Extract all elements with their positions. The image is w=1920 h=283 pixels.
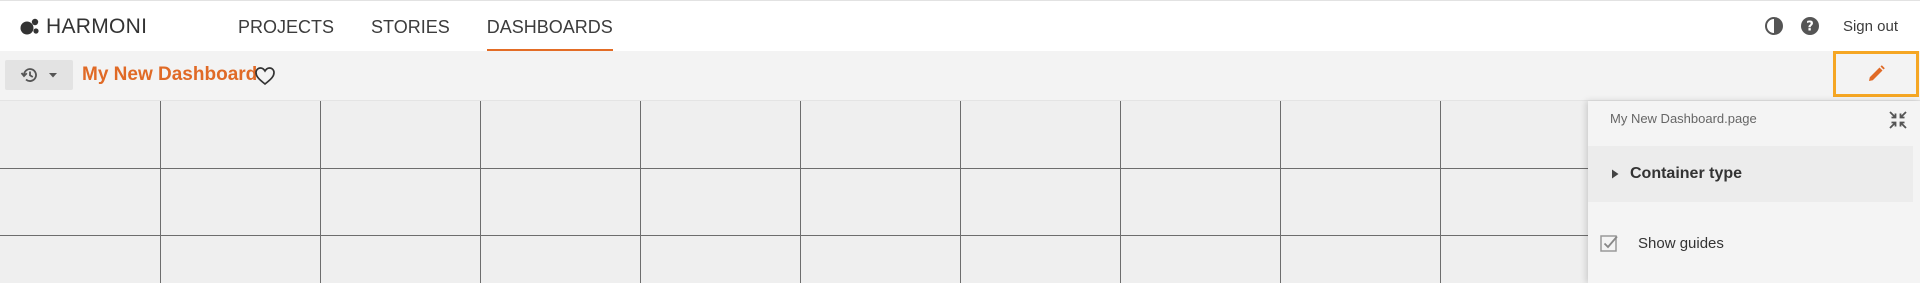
dashboard-canvas[interactable] [0, 101, 1600, 283]
help-button[interactable]: ? [1799, 15, 1821, 37]
grid-line [640, 101, 641, 283]
container-type-label: Container type [1630, 165, 1743, 182]
nav-stories[interactable]: STORIES [371, 1, 450, 51]
theme-toggle-button[interactable] [1763, 15, 1785, 37]
svg-text:?: ? [1806, 20, 1814, 35]
grid-line [480, 101, 481, 283]
grid-line [960, 101, 961, 283]
heart-outline-icon[interactable] [254, 65, 276, 87]
sign-out-link[interactable]: Sign out [1843, 18, 1898, 35]
pencil-icon [1869, 65, 1885, 81]
nav-projects[interactable]: PROJECTS [238, 1, 334, 51]
container-type-section[interactable]: Container type [1588, 146, 1913, 202]
brand-logo[interactable]: HARMONI [20, 15, 148, 38]
grid-line [160, 101, 161, 283]
dashboard-toolbar: My New Dashboard [0, 51, 1920, 101]
brand-name: HARMONI [46, 15, 148, 38]
main-nav: PROJECTS STORIES DASHBOARDS [238, 1, 613, 51]
show-guides-toggle[interactable]: Show guides [1588, 228, 1920, 258]
caret-down-icon [49, 73, 57, 78]
grid-line [1280, 101, 1281, 283]
grid-line [320, 101, 321, 283]
top-right-actions: ? Sign out [1763, 1, 1898, 51]
show-guides-label: Show guides [1638, 234, 1724, 252]
nav-dashboards[interactable]: DASHBOARDS [486, 1, 613, 51]
history-dropdown-button[interactable] [5, 60, 73, 90]
checkbox-checked-icon[interactable] [1600, 233, 1620, 253]
history-icon [20, 68, 37, 82]
top-nav-bar: HARMONI PROJECTS STORIES DASHBOARDS ? Si… [0, 0, 1920, 51]
harmoni-logo-icon [20, 18, 39, 35]
grid-line [1440, 101, 1441, 283]
collapse-arrows-icon[interactable] [1888, 110, 1908, 130]
grid-line [0, 168, 1600, 169]
panel-file-name: My New Dashboard.page [1610, 111, 1757, 126]
dashboard-title[interactable]: My New Dashboard [82, 64, 257, 86]
grid-line [0, 235, 1600, 236]
properties-panel: My New Dashboard.page Container type Sho… [1588, 101, 1920, 283]
edit-dashboard-button[interactable] [1833, 51, 1919, 97]
caret-right-icon [1612, 169, 1619, 179]
grid-line [800, 101, 801, 283]
help-icon: ? [1800, 17, 1819, 35]
contrast-icon [1764, 17, 1783, 35]
grid-line [1120, 101, 1121, 283]
